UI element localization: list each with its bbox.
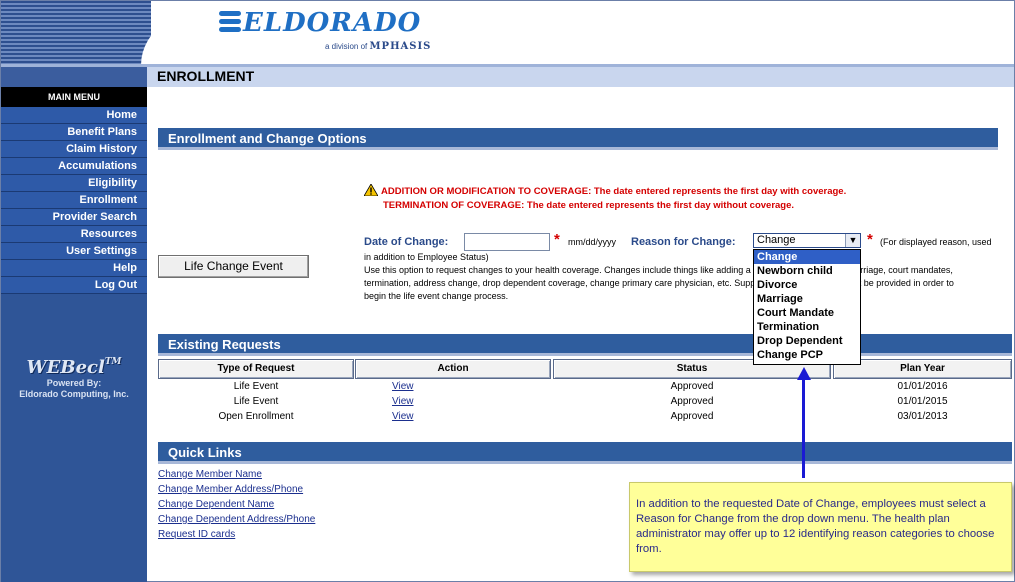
description-line: Use this option to request changes to yo… xyxy=(364,265,953,275)
sidebar-item-user-settings[interactable]: User Settings xyxy=(1,243,147,260)
description-line: termination, address change, drop depend… xyxy=(364,278,954,288)
reason-selected-value: Change xyxy=(757,234,796,246)
quick-links-header: Quick Links xyxy=(158,442,1012,464)
options-section-header: Enrollment and Change Options xyxy=(158,128,998,150)
callout-arrow-shaft xyxy=(802,378,805,478)
view-link-cell: View xyxy=(392,394,432,409)
sidebar-item-accumulations[interactable]: Accumulations xyxy=(1,158,147,175)
request-plan-year: 01/01/2016 xyxy=(897,381,948,392)
column-header-type: Type of Request xyxy=(158,359,354,379)
sidebar-item-provider-search[interactable]: Provider Search xyxy=(1,209,147,226)
request-type: Open Enrollment xyxy=(218,411,294,422)
reason-option-divorce[interactable]: Divorce xyxy=(754,278,860,292)
existing-requests-header: Existing Requests xyxy=(158,334,1012,356)
required-star-icon: * xyxy=(867,231,873,248)
column-header-action: Action xyxy=(355,359,551,379)
sidebar: MAIN MENU Home Benefit Plans Claim Histo… xyxy=(1,87,147,582)
table-row: Life Event View Approved 01/01/2015 xyxy=(158,394,1012,409)
sidebar-item-benefit-plans[interactable]: Benefit Plans xyxy=(1,124,147,141)
date-of-change-label: Date of Change: xyxy=(364,236,449,248)
quick-links-list: Change Member Name Change Member Address… xyxy=(158,467,315,542)
warning-icon xyxy=(364,184,378,196)
required-star-icon: * xyxy=(554,231,560,248)
quick-link-change-dependent-name[interactable]: Change Dependent Name xyxy=(158,497,315,512)
reason-note-continued: in addition to Employee Status) xyxy=(364,252,489,262)
table-row: Life Event View Approved 01/01/2016 xyxy=(158,379,1012,394)
view-link-cell: View xyxy=(392,379,432,394)
sidebar-item-home[interactable]: Home xyxy=(1,107,147,124)
webcel-branding: WEBeclTM Powered By: Eldorado Computing,… xyxy=(1,357,147,400)
view-link[interactable]: View xyxy=(392,381,414,392)
powered-by-company: Eldorado Computing, Inc. xyxy=(19,389,129,399)
header: ELDORADO a division of MPHASIS xyxy=(1,1,1014,67)
view-link[interactable]: View xyxy=(392,411,414,422)
options-description: in addition to Employee Status) Use this… xyxy=(364,251,1004,303)
description-line: begin the life event change process. xyxy=(364,291,509,301)
table-header-row: Type of Request Action Status Plan Year xyxy=(158,359,1012,379)
reason-note: (For displayed reason, used xyxy=(880,237,992,247)
callout-note: In addition to the requested Date of Cha… xyxy=(629,482,1012,572)
sidebar-item-claim-history[interactable]: Claim History xyxy=(1,141,147,158)
table-row: Open Enrollment View Approved 03/01/2013 xyxy=(158,409,1012,424)
reason-option-change[interactable]: Change xyxy=(754,250,860,264)
header-stripes xyxy=(1,1,151,65)
reason-option-termination[interactable]: Termination xyxy=(754,320,860,334)
quick-link-change-member-address[interactable]: Change Member Address/Phone xyxy=(158,482,315,497)
quick-link-change-member-name[interactable]: Change Member Name xyxy=(158,467,315,482)
powered-by-label: Powered By: xyxy=(46,378,102,388)
coverage-warning: ADDITION OR MODIFICATION TO COVERAGE: Th… xyxy=(364,184,924,213)
logo-subtitle: a division of MPHASIS xyxy=(325,41,432,52)
date-of-change-input[interactable] xyxy=(464,233,550,251)
view-link-cell: View xyxy=(392,409,432,424)
quick-link-request-id-cards[interactable]: Request ID cards xyxy=(158,527,315,542)
reason-option-newborn-child[interactable]: Newborn child xyxy=(754,264,860,278)
reason-option-marriage[interactable]: Marriage xyxy=(754,292,860,306)
eldorado-logo: ELDORADO a division of MPHASIS xyxy=(219,8,430,52)
life-change-event-button[interactable]: Life Change Event xyxy=(158,255,309,278)
reason-option-drop-dependent[interactable]: Drop Dependent xyxy=(754,334,860,348)
sidebar-item-eligibility[interactable]: Eligibility xyxy=(1,175,147,192)
request-status: Approved xyxy=(670,396,714,407)
view-link[interactable]: View xyxy=(392,396,414,407)
logo-mark-icon xyxy=(219,9,241,35)
request-plan-year: 03/01/2013 xyxy=(897,411,948,422)
main-menu-heading: MAIN MENU xyxy=(1,87,147,107)
request-status: Approved xyxy=(670,381,714,392)
reason-for-change-select[interactable]: Change ▼ xyxy=(753,233,861,248)
sidebar-item-log-out[interactable]: Log Out xyxy=(1,277,147,294)
request-status: Approved xyxy=(670,411,714,422)
request-type: Life Event xyxy=(233,396,279,407)
request-type: Life Event xyxy=(233,381,279,392)
reason-option-change-pcp[interactable]: Change PCP xyxy=(754,348,860,362)
warning-termination-text: TERMINATION OF COVERAGE: The date entere… xyxy=(383,200,795,211)
sidebar-item-resources[interactable]: Resources xyxy=(1,226,147,243)
reason-dropdown-list: Change Newborn child Divorce Marriage Co… xyxy=(753,249,861,365)
date-reason-row: Date of Change: * mm/dd/yyyy Reason for … xyxy=(364,231,1014,253)
title-bar: ENROLLMENT xyxy=(1,67,1014,87)
existing-requests-table: Type of Request Action Status Plan Year … xyxy=(158,359,1012,424)
reason-option-court-mandate[interactable]: Court Mandate xyxy=(754,306,860,320)
sidebar-item-help[interactable]: Help xyxy=(1,260,147,277)
sidebar-item-enrollment[interactable]: Enrollment xyxy=(1,192,147,209)
warning-addition-text: ADDITION OR MODIFICATION TO COVERAGE: Th… xyxy=(381,186,847,197)
quick-link-change-dependent-address[interactable]: Change Dependent Address/Phone xyxy=(158,512,315,527)
title-bar-left xyxy=(1,67,147,87)
reason-for-change-label: Reason for Change: xyxy=(631,236,736,248)
page-title: ENROLLMENT xyxy=(157,68,255,84)
logo-text: ELDORADO xyxy=(243,8,422,38)
request-plan-year: 01/01/2015 xyxy=(897,396,948,407)
chevron-down-icon[interactable]: ▼ xyxy=(845,234,860,247)
webcel-logo: WEBeclTM xyxy=(26,357,122,378)
date-format-hint: mm/dd/yyyy xyxy=(568,237,617,247)
